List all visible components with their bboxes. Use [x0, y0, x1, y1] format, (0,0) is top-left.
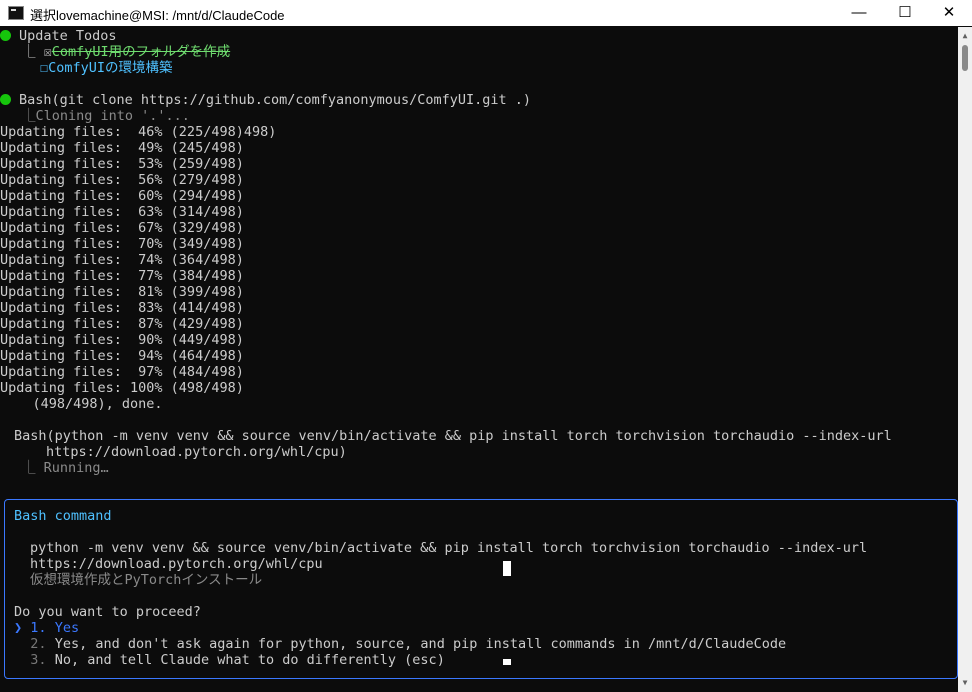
status-dot-icon [0, 30, 11, 41]
progress-line: Updating files: 49% (245/498) [0, 140, 244, 156]
todo-item-done: ⎿ ☒ComfyUI用のフォルダを作成 [22, 44, 231, 60]
text-cursor-bottom [503, 659, 511, 665]
progress-line: Updating files: 81% (399/498) [0, 284, 244, 300]
prompt-description: 仮想環境作成とPyTorchインストール [30, 572, 263, 588]
progress-line: Updating files: 70% (349/498) [0, 236, 244, 252]
pip-command-line1: Bash(python -m venv venv && source venv/… [14, 428, 892, 444]
progress-line: Updating files: 63% (314/498) [0, 204, 244, 220]
clone-status: ⎿Cloning into '.'... [22, 108, 190, 124]
progress-line: Updating files: 56% (279/498) [0, 172, 244, 188]
scroll-down-icon[interactable]: ▼ [958, 676, 972, 690]
clone-command: Bash(git clone https://github.com/comfya… [0, 92, 531, 108]
option-no[interactable]: 3. No, and tell Claude what to do differ… [14, 652, 445, 668]
option-yes[interactable]: ❯ 1. Yes [14, 620, 79, 636]
status-dot-icon [0, 94, 11, 105]
progress-line: Updating files: 77% (384/498) [0, 268, 244, 284]
minimize-button[interactable]: — [836, 0, 882, 26]
prompt-title: Bash command [14, 508, 112, 524]
terminal-app-icon [8, 6, 24, 20]
window-titlebar[interactable]: 選択lovemachine@MSI: /mnt/d/ClaudeCode — ☐… [0, 0, 972, 26]
prompt-question: Do you want to proceed? [14, 604, 201, 620]
prompt-command-line2: https://download.pytorch.org/whl/cpu [30, 556, 323, 572]
progress-line: Updating files: 46% (225/498)498) [0, 124, 277, 140]
vertical-scrollbar[interactable]: ▲ ▼ [958, 27, 972, 692]
progress-line: Updating files: 94% (464/498) [0, 348, 244, 364]
progress-line: Updating files: 90% (449/498) [0, 332, 244, 348]
progress-line: Updating files: 53% (259/498) [0, 156, 244, 172]
progress-line: Updating files: 74% (364/498) [0, 252, 244, 268]
maximize-button[interactable]: ☐ [882, 0, 928, 26]
pip-command-line2: https://download.pytorch.org/whl/cpu) [46, 444, 347, 460]
prompt-command-line1: python -m venv venv && source venv/bin/a… [30, 540, 868, 556]
progress-line: Updating files: 60% (294/498) [0, 188, 244, 204]
window-title: 選択lovemachine@MSI: /mnt/d/ClaudeCode [30, 8, 285, 23]
scroll-up-icon[interactable]: ▲ [958, 29, 972, 43]
close-button[interactable]: ✕ [926, 0, 972, 26]
terminal-output[interactable]: Update Todos ⎿ ☒ComfyUI用のフォルダを作成 ☐ComfyU… [0, 27, 958, 692]
progress-line: Updating files: 87% (429/498) [0, 316, 244, 332]
progress-line: Updating files: 100% (498/498) [0, 380, 244, 396]
progress-line: Updating files: 97% (484/498) [0, 364, 244, 380]
todos-header: Update Todos [0, 28, 117, 44]
progress-line: Updating files: 67% (329/498) [0, 220, 244, 236]
clone-done: (498/498), done. [0, 396, 163, 412]
pip-status: ⎿ Running… [22, 460, 109, 476]
option-yes-dont-ask[interactable]: 2. Yes, and don't ask again for python, … [14, 636, 786, 652]
progress-line: Updating files: 83% (414/498) [0, 300, 244, 316]
text-cursor [503, 561, 511, 576]
scrollbar-thumb[interactable] [962, 45, 968, 71]
todo-item-pending: ☐ComfyUIの環境構築 [40, 60, 173, 76]
